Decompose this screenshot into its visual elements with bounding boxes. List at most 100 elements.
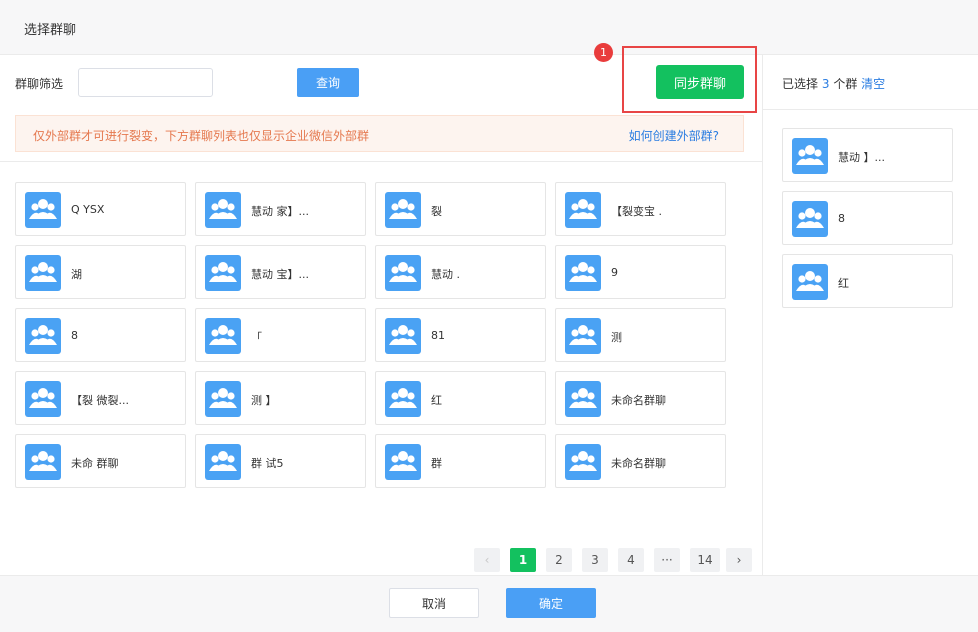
group-name: 慧动 . [431, 268, 460, 281]
group-card[interactable]: 慧动 宝】... [195, 245, 366, 299]
next-page-button[interactable]: › [726, 548, 752, 572]
group-filter-input[interactable] [78, 68, 213, 97]
selected-summary: 已选择 3 个群 清空 [782, 75, 885, 92]
group-avatar-icon [565, 318, 601, 354]
how-to-create-link[interactable]: 如何创建外部群? [629, 127, 719, 144]
page-ellipsis-button[interactable]: ··· [654, 548, 680, 572]
group-name: 未命 群聊 [71, 457, 119, 470]
group-name: 测 [611, 331, 622, 344]
group-avatar-icon [385, 255, 421, 291]
select-group-dialog: 选择群聊 群聊筛选 查询 1 同步群聊 仅外部群才可进行裂变，下方群聊列表也仅显… [0, 0, 978, 632]
group-name: 慧动 家】... [251, 205, 309, 218]
notice-text: 仅外部群才可进行裂变，下方群聊列表也仅显示企业微信外部群 [33, 129, 370, 143]
group-avatar-icon [25, 444, 61, 480]
group-card[interactable]: 测 】 [195, 371, 366, 425]
group-card[interactable]: 测 [555, 308, 726, 362]
dialog-title: 选择群聊 [24, 23, 77, 38]
confirm-button[interactable]: 确定 [506, 588, 596, 618]
group-avatar-icon [25, 381, 61, 417]
group-avatar-icon [565, 381, 601, 417]
group-name: 「 [251, 331, 262, 344]
selected-panel: 已选择 3 个群 清空 慧动 】... 8 红 [762, 55, 978, 575]
group-card[interactable]: 湖 [15, 245, 186, 299]
page-last-button[interactable]: 14 [690, 548, 720, 572]
group-avatar-icon [385, 381, 421, 417]
dialog-footer: 取消 确定 [0, 575, 978, 632]
group-card[interactable]: 9 [555, 245, 726, 299]
group-avatar-icon [25, 255, 61, 291]
group-card[interactable]: 慧动 家】... [195, 182, 366, 236]
selected-group-card[interactable]: 慧动 】... [782, 128, 953, 182]
group-name: 群 试5 [251, 457, 284, 470]
page-1-button[interactable]: 1 [510, 548, 536, 572]
group-name: 测 】 [251, 394, 277, 407]
sync-groups-button[interactable]: 同步群聊 [656, 65, 744, 99]
group-avatar-icon [565, 192, 601, 228]
filter-label: 群聊筛选 [15, 77, 64, 91]
group-name: 未命名群聊 [611, 394, 666, 407]
group-card[interactable]: 【裂 微裂... [15, 371, 186, 425]
selected-group-card[interactable]: 红 [782, 254, 953, 308]
group-avatar-icon [205, 255, 241, 291]
group-card[interactable]: 群 [375, 434, 546, 488]
group-card[interactable]: 81 [375, 308, 546, 362]
group-name: 9 [611, 266, 618, 279]
group-card[interactable]: 红 [375, 371, 546, 425]
selected-prefix: 已选择 [782, 77, 819, 91]
group-avatar-icon [792, 201, 828, 237]
group-avatar-icon [385, 318, 421, 354]
page-4-button[interactable]: 4 [618, 548, 644, 572]
group-avatar-icon [205, 381, 241, 417]
group-name: 慧动 宝】... [251, 268, 309, 281]
group-name: 红 [431, 394, 442, 407]
selected-suffix: 个群 [833, 77, 858, 91]
group-avatar-icon [385, 444, 421, 480]
cancel-button[interactable]: 取消 [389, 588, 479, 618]
group-name: 8 [838, 212, 845, 225]
group-name: 8 [71, 329, 78, 342]
group-name: 81 [431, 329, 445, 342]
group-avatar-icon [385, 192, 421, 228]
group-name: Q YSX [71, 203, 105, 216]
step-badge: 1 [594, 43, 613, 62]
group-card[interactable]: 群 试5 [195, 434, 366, 488]
divider [763, 109, 978, 110]
selected-group-card[interactable]: 8 [782, 191, 953, 245]
group-card[interactable]: 未命名群聊 [555, 371, 726, 425]
group-card[interactable]: 未命名群聊 [555, 434, 726, 488]
group-avatar-icon [792, 264, 828, 300]
prev-page-button[interactable]: ‹ [474, 548, 500, 572]
divider [0, 161, 762, 162]
group-card[interactable]: Q YSX [15, 182, 186, 236]
group-name: 【裂变宝 . [611, 205, 662, 218]
group-card[interactable]: 「 [195, 308, 366, 362]
group-avatar-icon [205, 318, 241, 354]
group-name: 未命名群聊 [611, 457, 666, 470]
dialog-header: 选择群聊 [0, 0, 978, 55]
query-button[interactable]: 查询 [297, 68, 359, 97]
group-name: 【裂 微裂... [71, 394, 129, 407]
group-avatar-icon [25, 192, 61, 228]
group-name: 红 [838, 277, 849, 290]
group-avatar-icon [565, 255, 601, 291]
group-card[interactable]: 裂 [375, 182, 546, 236]
group-name: 慧动 】... [838, 151, 885, 164]
group-name: 裂 [431, 205, 442, 218]
group-card[interactable]: 8 [15, 308, 186, 362]
group-list-panel: 群聊筛选 查询 1 同步群聊 仅外部群才可进行裂变，下方群聊列表也仅显示企业微信… [0, 43, 762, 575]
group-card[interactable]: 慧动 . [375, 245, 546, 299]
group-avatar-icon [205, 192, 241, 228]
selected-count: 3 [821, 77, 830, 91]
group-avatar-icon [25, 318, 61, 354]
group-name: 群 [431, 457, 442, 470]
notice-banner: 仅外部群才可进行裂变，下方群聊列表也仅显示企业微信外部群 如何创建外部群? [15, 115, 744, 152]
group-avatar-icon [792, 138, 828, 174]
page-3-button[interactable]: 3 [582, 548, 608, 572]
group-avatar-icon [205, 444, 241, 480]
group-card[interactable]: 未命 群聊 [15, 434, 186, 488]
group-avatar-icon [565, 444, 601, 480]
group-name: 湖 [71, 268, 82, 281]
clear-selection-link[interactable]: 清空 [861, 77, 885, 91]
page-2-button[interactable]: 2 [546, 548, 572, 572]
group-card[interactable]: 【裂变宝 . [555, 182, 726, 236]
